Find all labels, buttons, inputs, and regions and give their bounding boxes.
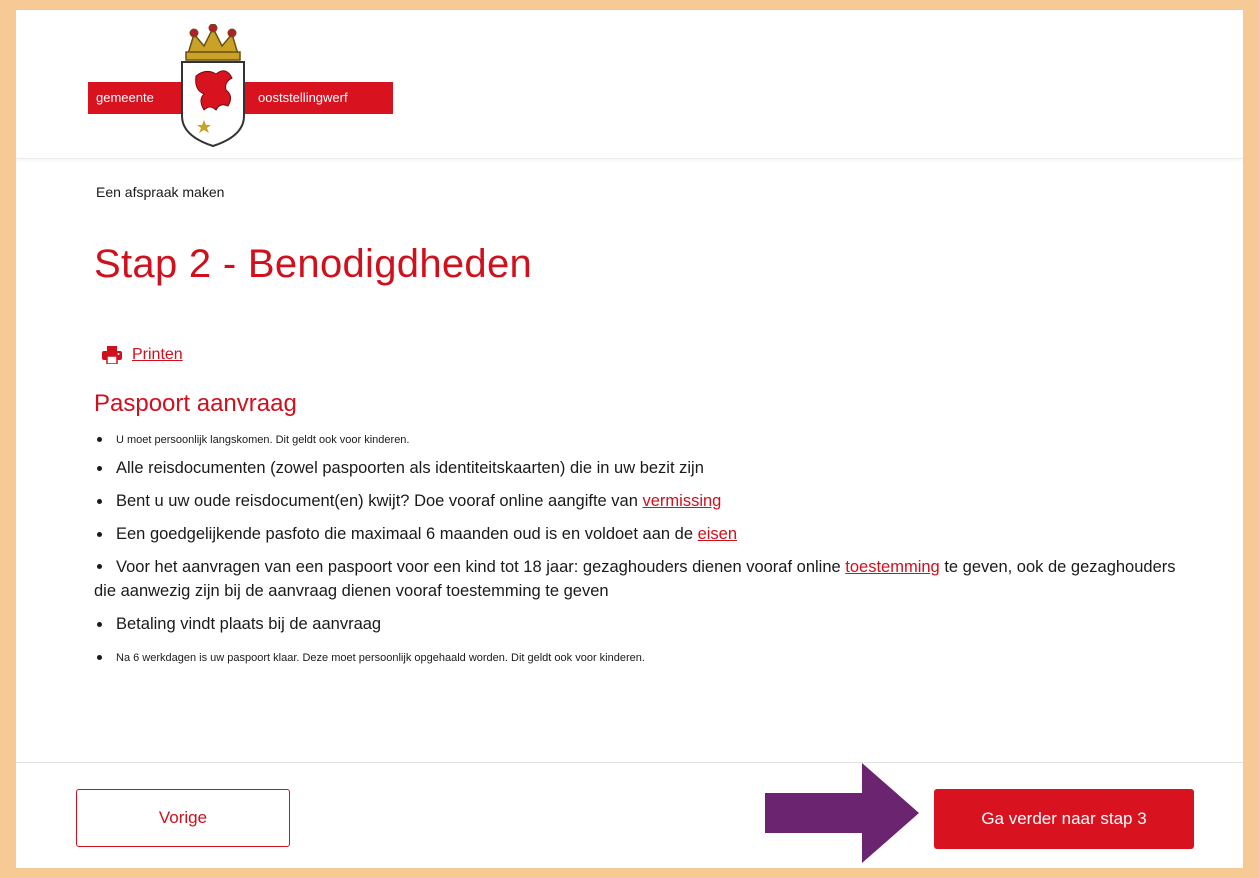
page-frame: gemeente ooststellingwerf Een afspraak m… bbox=[16, 10, 1243, 868]
municipality-logo[interactable]: gemeente ooststellingwerf bbox=[88, 24, 408, 148]
list-item-text: Betaling vindt plaats bij de aanvraag bbox=[116, 615, 382, 633]
print-label: Printen bbox=[132, 346, 183, 363]
previous-button[interactable]: Vorige bbox=[76, 789, 290, 847]
printer-icon bbox=[102, 346, 122, 364]
list-item-text: Na 6 werkdagen is uw paspoort klaar. Dez… bbox=[116, 652, 645, 664]
toestemming-link[interactable]: toestemming bbox=[845, 558, 939, 576]
navigation-footer: Vorige Ga verder naar stap 3 bbox=[16, 762, 1243, 868]
logo-text-name: ooststellingwerf bbox=[258, 90, 348, 105]
page-title: Stap 2 - Benodigdheden bbox=[94, 242, 533, 286]
list-item: Alle reisdocumenten (zowel paspoorten al… bbox=[94, 456, 1194, 480]
list-item-text: Voor het aanvragen van een paspoort voor… bbox=[116, 558, 846, 576]
print-link[interactable]: Printen bbox=[102, 346, 183, 364]
logo-text-gemeente: gemeente bbox=[96, 90, 154, 105]
next-step-button[interactable]: Ga verder naar stap 3 bbox=[934, 789, 1194, 849]
vermissing-link[interactable]: vermissing bbox=[642, 492, 721, 510]
list-item-text: Alle reisdocumenten (zowel paspoorten al… bbox=[116, 459, 704, 477]
list-item: Voor het aanvragen van een paspoort voor… bbox=[94, 555, 1194, 603]
list-item: Betaling vindt plaats bij de aanvraag bbox=[94, 612, 1194, 636]
list-item-text: U moet persoonlijk langskomen. Dit geldt… bbox=[116, 434, 410, 446]
list-item-text: Een goedgelijkende pasfoto die maximaal … bbox=[116, 525, 698, 543]
arrow-right-icon bbox=[765, 763, 919, 863]
bullet bbox=[97, 563, 102, 569]
list-item-text: Bent u uw oude reisdocument(en) kwijt? D… bbox=[116, 492, 643, 510]
site-header: gemeente ooststellingwerf bbox=[16, 10, 1243, 159]
coat-of-arms-icon bbox=[181, 24, 245, 148]
list-item: Een goedgelijkende pasfoto die maximaal … bbox=[94, 522, 1194, 546]
breadcrumb: Een afspraak maken bbox=[96, 184, 225, 200]
eisen-link[interactable]: eisen bbox=[698, 525, 737, 543]
list-item: Na 6 werkdagen is uw paspoort klaar. Dez… bbox=[94, 650, 1194, 666]
requirements-list: U moet persoonlijk langskomen. Dit geldt… bbox=[94, 432, 1194, 674]
list-item: U moet persoonlijk langskomen. Dit geldt… bbox=[94, 432, 1194, 448]
section-title: Paspoort aanvraag bbox=[94, 390, 297, 417]
list-item: Bent u uw oude reisdocument(en) kwijt? D… bbox=[94, 489, 1194, 513]
